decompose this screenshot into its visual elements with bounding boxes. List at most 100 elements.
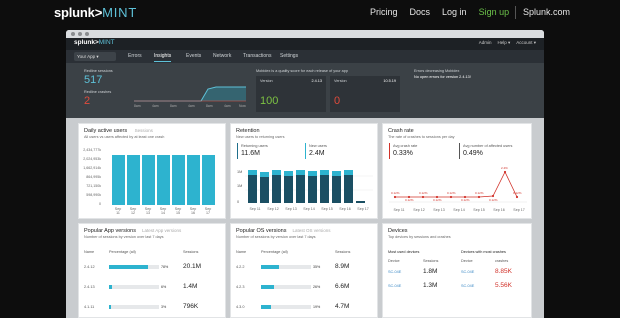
returning-bar[interactable] — [260, 177, 269, 203]
bar[interactable] — [187, 155, 200, 205]
new-bar[interactable] — [248, 170, 257, 175]
mobidex-card-a[interactable]: Version 2.4.13 100 — [256, 76, 326, 112]
point-label: 0.12% — [419, 191, 428, 195]
sessions-toggle[interactable]: Sessions — [135, 128, 153, 133]
x-tick: Sep 14 — [453, 208, 465, 212]
y-tick: 0 — [237, 200, 240, 204]
col-header-crashes: crashes — [495, 259, 509, 263]
tab-events[interactable]: Events — [186, 53, 201, 59]
bar[interactable] — [157, 155, 170, 205]
tab-settings[interactable]: Settings — [280, 53, 298, 59]
data-point[interactable] — [491, 194, 495, 198]
bar[interactable] — [112, 155, 125, 205]
most-used-devices-title: Most used devices — [388, 250, 420, 254]
returning-bar[interactable] — [272, 175, 281, 203]
data-point[interactable] — [449, 195, 453, 199]
returning-bar[interactable] — [248, 175, 257, 203]
tab-insights[interactable]: Insights — [154, 53, 172, 62]
version-name: 4.1.11 — [84, 305, 95, 309]
returning-bar[interactable] — [332, 176, 341, 203]
card-title: Popular OS versions Latest OS versions — [236, 228, 331, 234]
tab-network[interactable]: Network — [213, 53, 231, 59]
point-label: 0.12% — [475, 191, 484, 195]
returning-bar[interactable] — [308, 176, 317, 203]
avg-crash-rate-label: Avg crash rate — [393, 144, 418, 148]
percentage-bar — [109, 265, 159, 269]
version-name: 2.4.12 — [84, 265, 95, 269]
nav-signup[interactable]: Sign up — [479, 7, 510, 17]
nav-pricing[interactable]: Pricing — [370, 7, 398, 17]
redline-crashes-value: 2 — [84, 95, 91, 107]
errors-message: No open errors for version 2.4.13! — [414, 75, 471, 79]
percentage-fill — [109, 265, 148, 269]
sessions-value: 8.9M — [335, 263, 350, 270]
admin-link[interactable]: Admin — [479, 40, 492, 45]
x-tick: Sep 11 — [114, 207, 122, 215]
nav-splunk-com[interactable]: Splunk.com — [523, 7, 570, 17]
os-name: 4.3.0 — [236, 305, 245, 309]
os-versions-card: Popular OS versions Latest OS versions Nu… — [230, 223, 378, 318]
retention-card: Retention New users to returning users R… — [230, 123, 378, 219]
bar[interactable] — [202, 155, 215, 205]
new-bar[interactable] — [308, 171, 317, 176]
help-menu[interactable]: Help ▾ — [497, 40, 510, 45]
new-bar[interactable] — [320, 170, 329, 175]
device-crashes: 5.56K — [495, 282, 512, 289]
account-menu[interactable]: Account ▾ — [516, 40, 536, 45]
crash-rate-card: Crash rate The rate of crashes to sessio… — [382, 123, 532, 219]
bar[interactable] — [172, 155, 185, 205]
new-bar[interactable] — [296, 170, 305, 175]
device-link[interactable]: SC-04E — [461, 270, 474, 274]
card-title: Daily active users Sessions — [84, 128, 153, 134]
returning-bar[interactable] — [356, 201, 365, 203]
col-header-device: Device — [388, 259, 400, 263]
bar[interactable] — [142, 155, 155, 205]
device-link[interactable]: SC-04E — [388, 284, 401, 288]
app-logo[interactable]: splunk>MINT — [74, 39, 115, 46]
point-label: 0.12% — [405, 198, 414, 202]
latest-os-versions-toggle[interactable]: Latest OS versions — [292, 228, 330, 233]
y-tick: 2,434,777k — [83, 148, 101, 152]
returning-bar[interactable] — [296, 175, 305, 203]
percentage-value: 35% — [313, 265, 321, 269]
x-tick: Sep 12 — [413, 208, 425, 212]
returning-bar[interactable] — [320, 175, 329, 203]
point-label: 0.12% — [461, 198, 470, 202]
point-label: 0.12% — [513, 191, 522, 195]
x-tick: Sep 15 — [473, 208, 485, 212]
app-select[interactable]: Your App ▾ — [74, 52, 116, 61]
mini-x-tick: 8am — [170, 104, 177, 108]
splunk-mint-logo[interactable]: splunk>MINT — [54, 5, 137, 20]
percentage-bar — [109, 285, 159, 289]
new-bar[interactable] — [332, 171, 341, 176]
sessions-value: 20.1M — [183, 263, 202, 270]
percentage-value: 6% — [161, 285, 167, 289]
data-point[interactable] — [503, 170, 507, 174]
percentage-bar — [261, 305, 311, 309]
tab-errors[interactable]: Errors — [128, 53, 142, 59]
latest-app-versions-toggle[interactable]: Latest App versions — [142, 228, 181, 233]
data-point[interactable] — [393, 195, 397, 199]
data-point[interactable] — [421, 195, 425, 199]
mobidex-card-b[interactable]: Version 10.5.19 0 — [330, 76, 400, 112]
new-bar[interactable] — [284, 171, 293, 176]
device-link[interactable]: SC-04E — [388, 270, 401, 274]
tab-transactions[interactable]: Transactions — [243, 53, 271, 59]
device-link[interactable]: SC-04E — [461, 284, 474, 288]
percentage-value: 19% — [313, 305, 321, 309]
data-point[interactable] — [477, 195, 481, 199]
returning-bar[interactable] — [344, 175, 353, 203]
data-point[interactable] — [515, 195, 519, 199]
nav-login[interactable]: Log in — [442, 7, 467, 17]
y-tick: 1M — [237, 184, 243, 188]
bar[interactable] — [127, 155, 140, 205]
app-window: splunk>MINT Admin Help ▾ Account ▾ Your Ap… — [66, 30, 544, 318]
new-bar[interactable] — [260, 172, 269, 177]
nav-docs[interactable]: Docs — [410, 7, 431, 17]
point-label: 0.12% — [447, 191, 456, 195]
x-tick: Sep 17 — [204, 207, 212, 215]
returning-bar[interactable] — [284, 176, 293, 203]
new-bar[interactable] — [344, 170, 353, 175]
new-bar[interactable] — [272, 170, 281, 175]
x-tick: Sep 14 — [159, 207, 167, 215]
